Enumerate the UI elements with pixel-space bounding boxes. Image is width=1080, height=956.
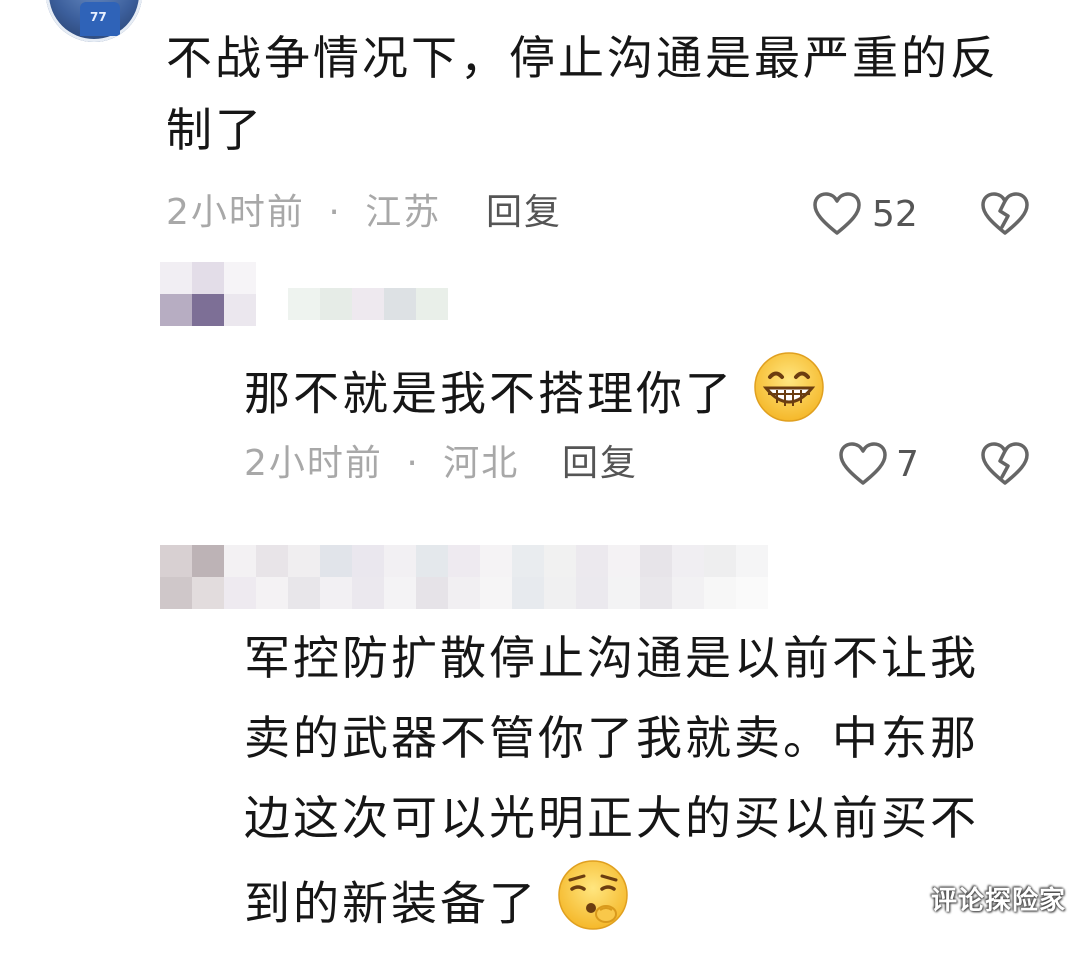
reply-2-avatar-blurred[interactable] xyxy=(160,545,224,609)
watermark: 评论探险家 xyxy=(930,886,1066,916)
reply-1-reply-button[interactable]: 回复 xyxy=(562,443,638,485)
reply-1-text: 那不就是我不搭理你了 xyxy=(244,350,1044,444)
meta-separator: · xyxy=(328,192,342,233)
broken-heart-icon[interactable] xyxy=(980,191,1030,237)
smirking-face-emoji xyxy=(556,858,630,956)
broken-heart-icon[interactable] xyxy=(980,441,1030,487)
reply-2-text: 军控防扩散停止沟通是以前不让我卖的武器不管你了我就卖。中东那边这次可以光明正大的… xyxy=(244,618,1004,956)
reply-1-avatar-blurred[interactable] xyxy=(160,262,256,326)
reply-1-location: 河北 xyxy=(443,443,520,484)
comment-1-meta: 2小时前 · 江苏 xyxy=(166,192,441,234)
reply-2-username-blurred[interactable] xyxy=(224,545,768,609)
comment-1-location: 江苏 xyxy=(365,192,442,233)
reply-1-text-content: 那不就是我不搭理你了 xyxy=(244,366,734,421)
reply-1-like-count: 7 xyxy=(896,444,919,485)
avatar[interactable]: 77 xyxy=(46,0,142,42)
comment-1-text: 不战争情况下，停止沟通是最严重的反制了 xyxy=(166,31,999,157)
comment-1-time: 2小时前 xyxy=(166,192,305,233)
reply-1-time: 2小时前 xyxy=(244,443,383,484)
comment-1-like-count: 52 xyxy=(872,194,918,235)
reply-1-username-blurred[interactable] xyxy=(288,288,448,320)
heart-outline-icon[interactable] xyxy=(838,441,888,487)
avatar-jersey-number-graphic: 77 xyxy=(90,10,107,24)
reply-1-meta: 2小时前 · 河北 xyxy=(244,443,519,485)
meta-separator: · xyxy=(406,443,420,484)
grinning-face-emoji xyxy=(752,350,826,444)
heart-outline-icon[interactable] xyxy=(812,191,862,237)
comment-1-reply-button[interactable]: 回复 xyxy=(486,192,562,234)
